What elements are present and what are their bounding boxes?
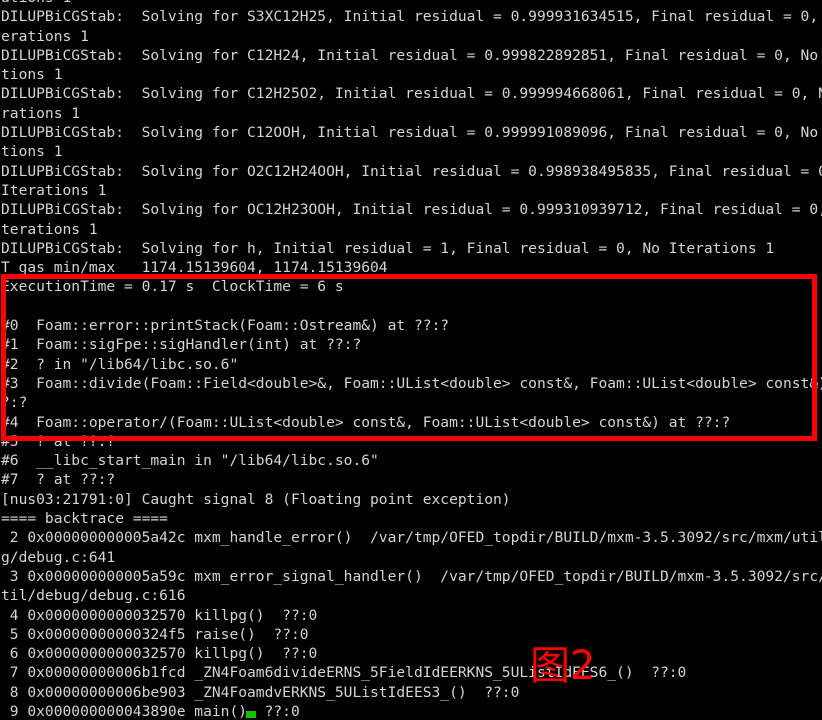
terminal-line: [nus03:21791:0] Caught signal 8 (Floatin… <box>1 490 511 508</box>
terminal-line: DILUPBiCGStab: Solving for C12OOH, Initi… <box>1 124 822 142</box>
terminal-line: tions 1 <box>1 143 63 161</box>
terminal-line: #0 Foam::error::printStack(Foam::Ostream… <box>1 317 450 335</box>
terminal-window[interactable]: ations 1DILUPBiCGStab: Solving for S3XC1… <box>0 0 822 720</box>
terminal-line: ?:? <box>1 394 28 412</box>
terminal-line: terations 1 <box>1 220 98 238</box>
terminal-line: 2 0x000000000005a42c mxm_handle_error() … <box>1 529 822 547</box>
terminal-line: 5 0x00000000000324f5 raise() ??:0 <box>1 625 309 643</box>
terminal-line: rations 1 <box>1 104 81 122</box>
terminal-line: #3 Foam::divide(Foam::Field<double>&, Fo… <box>1 374 822 392</box>
terminal-line: ==== backtrace ==== <box>1 510 168 528</box>
terminal-line: DILUPBiCGStab: Solving for C12H24, Initi… <box>1 46 822 64</box>
terminal-line: 4 0x0000000000032570 killpg() ??:0 <box>1 606 318 624</box>
terminal-line: #7 ? at ??:? <box>1 471 116 489</box>
terminal-line: T gas min/max 1174.15139604, 1174.151396… <box>1 259 388 277</box>
terminal-line: ExecutionTime = 0.17 s ClockTime = 6 s <box>1 278 344 296</box>
terminal-line: DILUPBiCGStab: Solving for C12H25O2, Ini… <box>1 85 822 103</box>
terminal-line: DILUPBiCGStab: Solving for O2C12H24OOH, … <box>1 162 822 180</box>
terminal-line: 3 0x000000000005a59c mxm_error_signal_ha… <box>1 567 822 585</box>
terminal-line: erations 1 <box>1 27 89 45</box>
terminal-line: DILUPBiCGStab: Solving for OC12H23OOH, I… <box>1 201 822 219</box>
terminal-line: g/debug.c:641 <box>1 548 116 566</box>
terminal-line: #4 Foam::operator/(Foam::UList<double> c… <box>1 413 731 431</box>
terminal-line: #5 ? at ??:? <box>1 432 116 450</box>
terminal-line: 7 0x00000000006b1fcd _ZN4Foam6divideERNS… <box>1 664 687 682</box>
terminal-line: 6 0x0000000000032570 killpg() ??:0 <box>1 645 318 663</box>
terminal-output: ations 1DILUPBiCGStab: Solving for S3XC1… <box>0 0 822 720</box>
terminal-line: Iterations 1 <box>1 181 107 199</box>
terminal-line: DILUPBiCGStab: Solving for h, Initial re… <box>1 239 775 257</box>
figure-caption-label: 图2 <box>530 643 596 689</box>
terminal-line: DILUPBiCGStab: Solving for S3XC12H25, In… <box>1 8 822 26</box>
terminal-line: ations 1 <box>0 0 822 7</box>
terminal-cursor <box>246 711 256 718</box>
terminal-line: #6 __libc_start_main in "/lib64/libc.so.… <box>1 452 379 470</box>
terminal-line: til/debug/debug.c:616 <box>1 587 186 605</box>
terminal-line: #2 ? in "/lib64/libc.so.6" <box>1 355 239 373</box>
terminal-line: #1 Foam::sigFpe::sigHandler(int) at ??:? <box>1 336 362 354</box>
terminal-line: 9 0x000000000043890e main() ??:0 <box>1 702 300 720</box>
terminal-line: 8 0x00000000006be903 _ZN4FoamdvERKNS_5UL… <box>1 683 520 701</box>
terminal-line: tions 1 <box>1 66 63 84</box>
